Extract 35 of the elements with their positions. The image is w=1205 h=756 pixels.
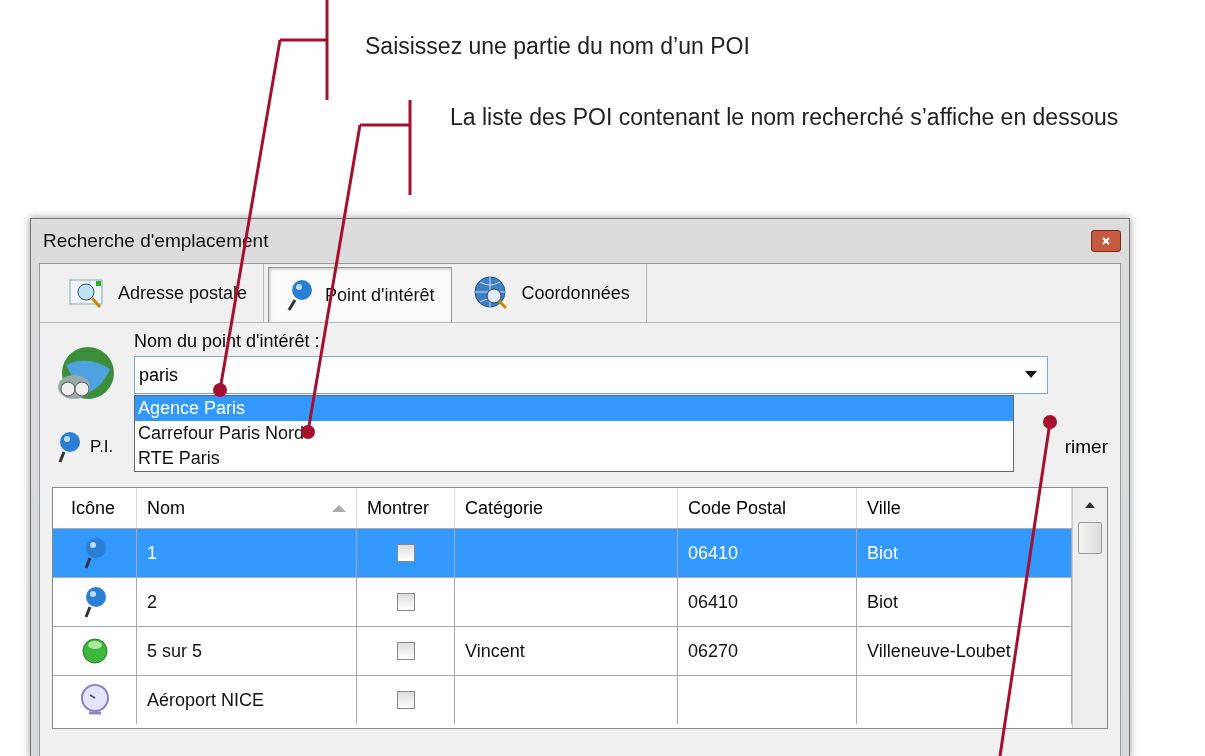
callout-text: Saisissez une partie du nom d’un POI	[365, 33, 750, 59]
combo-box[interactable]: paris	[134, 356, 1048, 394]
scroll-up-icon	[1085, 502, 1095, 508]
checkbox[interactable]	[396, 642, 415, 660]
delete-button-text[interactable]: rimer	[1064, 436, 1108, 458]
close-icon	[1101, 236, 1111, 246]
table-cell: Villeneuve-Loubet	[867, 640, 1011, 662]
checkbox[interactable]	[396, 544, 415, 562]
scrollbar[interactable]	[1072, 488, 1107, 728]
table-cell: Aéroport NICE	[137, 676, 357, 724]
clock-icon	[78, 683, 111, 717]
sort-up-icon	[332, 504, 346, 512]
checkbox[interactable]	[396, 691, 415, 709]
scroll-thumb[interactable]	[1078, 522, 1102, 554]
dot-icon	[80, 637, 109, 665]
table-row[interactable]: Aéroport NICE	[53, 675, 1072, 724]
dropdown-arrow-icon	[1025, 371, 1037, 379]
table-cell: Vincent	[465, 640, 525, 662]
suggestion-item[interactable]: Carrefour Paris Nord	[135, 421, 1013, 446]
suggestion-item[interactable]: RTE Paris	[135, 446, 1013, 471]
pin-icon	[56, 430, 82, 464]
table-cell: 06270	[688, 640, 739, 662]
callout-text: La liste des POI contenant le nom recherché s’affiche en dessous	[450, 104, 1119, 130]
table-cell: Biot	[867, 542, 899, 564]
table-cell: 1	[137, 529, 357, 577]
table-cell: Biot	[867, 591, 899, 613]
table-cell: 5 sur 5	[137, 627, 357, 675]
table-cell: 2	[137, 578, 357, 626]
pi-label: P.I.	[90, 437, 114, 457]
close-button[interactable]	[1091, 230, 1121, 252]
table-row[interactable]: 2 06410 Biot	[53, 577, 1072, 626]
table-row[interactable]: 5 sur 5 Vincent 06270 Villeneuve-Loubet	[53, 626, 1072, 675]
checkbox[interactable]	[396, 593, 415, 611]
table-cell: 06410	[688, 542, 739, 564]
table-cell: 06410	[688, 591, 739, 613]
